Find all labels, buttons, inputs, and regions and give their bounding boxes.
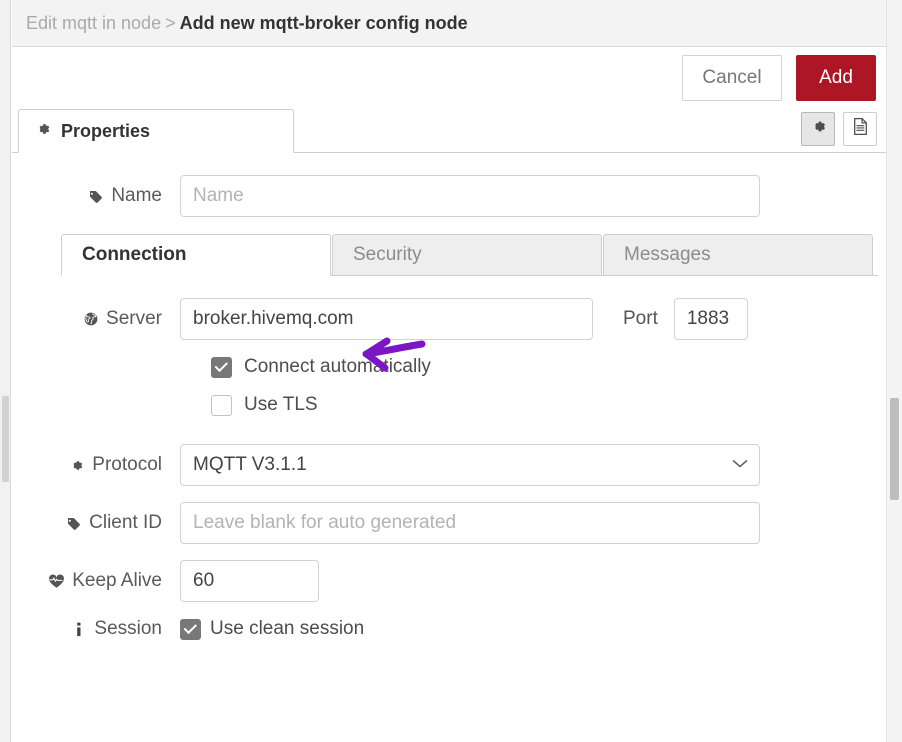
dialog-tabstrip: Properties xyxy=(12,109,886,153)
clean-session-label: Use clean session xyxy=(210,618,364,640)
connect-automatically-checkbox[interactable] xyxy=(211,357,232,378)
gear-icon xyxy=(810,118,827,140)
breadcrumb-parent[interactable]: Edit mqtt in node xyxy=(26,13,161,33)
field-row-server: Server Port xyxy=(30,298,868,340)
field-row-protocol: Protocol MQTT V3.1.1 xyxy=(30,444,868,486)
protocol-selected-value: MQTT V3.1.1 xyxy=(193,454,307,476)
settings-gear-button[interactable] xyxy=(801,112,835,146)
use-tls-checkbox[interactable] xyxy=(211,395,232,416)
breadcrumb-current: Add new mqtt-broker config node xyxy=(180,13,468,33)
dialog-action-bar: Cancel Add xyxy=(12,47,886,109)
session-label-text: Session xyxy=(94,618,162,640)
left-scrollbar-thumb[interactable] xyxy=(2,396,9,482)
tab-properties[interactable]: Properties xyxy=(18,109,294,153)
use-tls-row[interactable]: Use TLS xyxy=(211,394,868,416)
protocol-label: Protocol xyxy=(30,454,180,476)
port-label: Port xyxy=(623,308,658,330)
right-scrollbar-thumb[interactable] xyxy=(890,398,899,500)
right-scroll-gutter[interactable] xyxy=(886,0,902,742)
protocol-label-text: Protocol xyxy=(92,454,162,476)
protocol-select-wrap: MQTT V3.1.1 xyxy=(180,444,760,486)
document-icon xyxy=(852,117,869,141)
connection-subtabs: Connection Security Messages xyxy=(61,233,878,276)
tab-properties-label: Properties xyxy=(61,121,150,142)
config-node-dialog: Edit mqtt in node>Add new mqtt-broker co… xyxy=(12,0,886,742)
protocol-select[interactable]: MQTT V3.1.1 xyxy=(180,444,760,486)
dialog-form: Name Connection Security Messages xyxy=(12,153,886,640)
breadcrumb: Edit mqtt in node>Add new mqtt-broker co… xyxy=(26,13,468,34)
field-row-client-id: Client ID xyxy=(30,502,868,544)
gear-icon xyxy=(68,457,85,474)
subtab-connection-label: Connection xyxy=(82,244,187,266)
name-label: Name xyxy=(30,185,180,207)
node-help-button[interactable] xyxy=(843,112,877,146)
field-row-name: Name xyxy=(30,175,868,217)
heartbeat-icon xyxy=(48,573,65,590)
keep-alive-input[interactable] xyxy=(180,560,319,602)
info-icon xyxy=(70,621,87,638)
subtab-security[interactable]: Security xyxy=(332,234,602,276)
tag-icon xyxy=(87,188,104,205)
left-scroll-gutter[interactable] xyxy=(0,0,11,742)
server-label: Server xyxy=(30,308,180,330)
client-id-input[interactable] xyxy=(180,502,760,544)
port-input[interactable] xyxy=(674,298,748,340)
tag-icon xyxy=(65,515,82,532)
add-button[interactable]: Add xyxy=(796,55,876,101)
dialog-header: Edit mqtt in node>Add new mqtt-broker co… xyxy=(12,0,886,47)
cancel-button[interactable]: Cancel xyxy=(682,55,782,101)
name-input[interactable] xyxy=(180,175,760,217)
subtab-messages[interactable]: Messages xyxy=(603,234,873,276)
server-input[interactable] xyxy=(180,298,593,340)
field-row-keep-alive: Keep Alive xyxy=(30,560,868,602)
subtab-security-label: Security xyxy=(353,244,422,266)
subtab-connection[interactable]: Connection xyxy=(61,234,331,276)
clean-session-row[interactable]: Use clean session xyxy=(180,618,364,640)
globe-icon xyxy=(82,311,99,328)
connect-automatically-label: Connect automatically xyxy=(244,356,431,378)
connection-panel: Server Port Connect automatically Use TL… xyxy=(30,276,868,640)
session-label: Session xyxy=(30,618,180,640)
server-label-text: Server xyxy=(106,308,162,330)
connect-automatically-row[interactable]: Connect automatically xyxy=(211,356,868,378)
use-tls-label: Use TLS xyxy=(244,394,318,416)
gear-icon xyxy=(35,121,51,142)
screen-root: Edit mqtt in node>Add new mqtt-broker co… xyxy=(0,0,902,742)
name-label-text: Name xyxy=(111,185,162,207)
client-id-label-text: Client ID xyxy=(89,512,162,534)
clean-session-checkbox[interactable] xyxy=(180,619,201,640)
subtab-messages-label: Messages xyxy=(624,244,711,266)
client-id-label: Client ID xyxy=(30,512,180,534)
dialog-icon-buttons xyxy=(801,112,877,146)
keep-alive-label: Keep Alive xyxy=(30,570,180,592)
field-row-session: Session Use clean session xyxy=(30,618,868,640)
keep-alive-label-text: Keep Alive xyxy=(72,570,162,592)
breadcrumb-separator: > xyxy=(161,13,180,33)
